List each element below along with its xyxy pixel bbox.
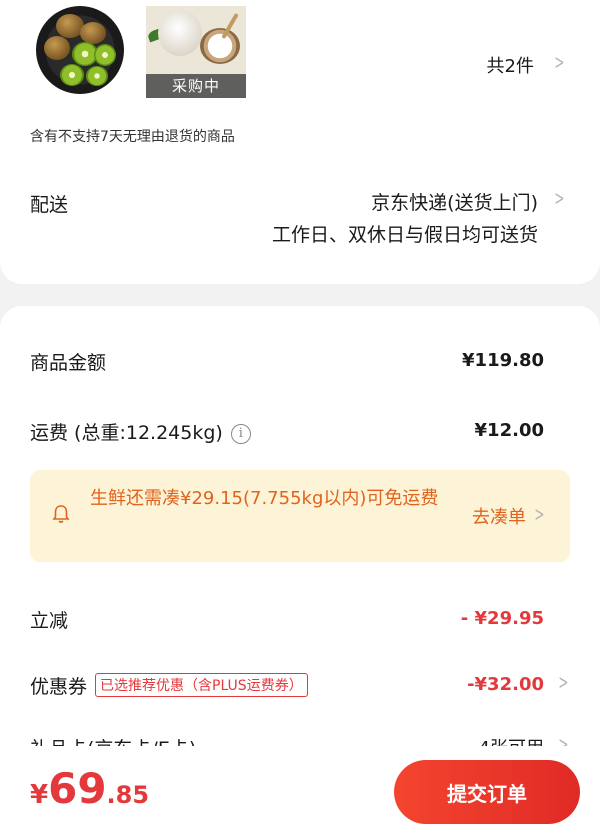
chevron-right-icon[interactable]: > [535, 502, 545, 526]
order-items-card: 采购中 共2件 > 含有不支持7天无理由退货的商品 配送 京东快递(送货上门) … [0, 0, 600, 284]
kiwi-slice [60, 64, 84, 86]
goods-amount-value: ¥119.80 [462, 350, 544, 371]
discount-label: 立减 [30, 610, 69, 632]
total-decimal: .85 [106, 781, 150, 809]
goods-amount-label: 商品金额 [30, 352, 107, 374]
freight-value: ¥12.00 [474, 420, 544, 441]
kiwi-product-image[interactable] [36, 6, 124, 94]
coupon-label: 优惠券 [30, 676, 88, 698]
submit-order-button[interactable]: 提交订单 [394, 760, 580, 824]
coupon-tag: 已选推荐优惠（含PLUS运费券） [95, 673, 308, 697]
delivery-days: 工作日、双休日与假日均可送货 [271, 224, 538, 246]
coupon-value[interactable]: -¥32.00 [467, 674, 544, 695]
delivery-label: 配送 [30, 194, 69, 216]
kiwi-slice [86, 66, 108, 86]
order-total: ¥69.85 [30, 764, 149, 813]
add-items-link[interactable]: 去凑单 [472, 503, 526, 529]
chevron-right-icon[interactable]: > [559, 670, 569, 694]
coconut-open [200, 28, 240, 64]
delivery-method[interactable]: 京东快递(送货上门) [371, 188, 538, 215]
purchasing-badge: 采购中 [146, 74, 246, 98]
info-icon[interactable]: i [230, 424, 251, 444]
item-count[interactable]: 共2件 [487, 52, 534, 78]
chevron-right-icon[interactable]: > [555, 50, 565, 74]
kiwi-whole [80, 22, 106, 44]
coupon-row[interactable]: 优惠券 已选推荐优惠（含PLUS运费券） [30, 672, 308, 699]
freight-row: 运费 (总重:12.245kg) i [30, 418, 251, 445]
freight-label: 运费 (总重:12.245kg) [30, 422, 223, 444]
bell-icon [52, 505, 70, 523]
coconut-product-image[interactable]: 采购中 [146, 6, 246, 98]
total-integer: 69 [48, 764, 107, 813]
discount-value: - ¥29.95 [460, 608, 544, 629]
fresh-freight-notice: 生鲜还需凑¥29.15(7.755kg以内)可免运费 去凑单 > [30, 470, 570, 562]
kiwi-slice [94, 44, 116, 66]
currency-symbol: ¥ [30, 780, 49, 810]
kiwi-whole [44, 36, 70, 60]
chevron-right-icon[interactable]: > [555, 186, 565, 210]
checkout-bar: ¥69.85 提交订单 [0, 746, 600, 834]
fresh-notice-text: 生鲜还需凑¥29.15(7.755kg以内)可免运费 [90, 488, 439, 509]
coconut-whole [158, 10, 202, 56]
non-return-notice: 含有不支持7天无理由退货的商品 [30, 129, 235, 145]
